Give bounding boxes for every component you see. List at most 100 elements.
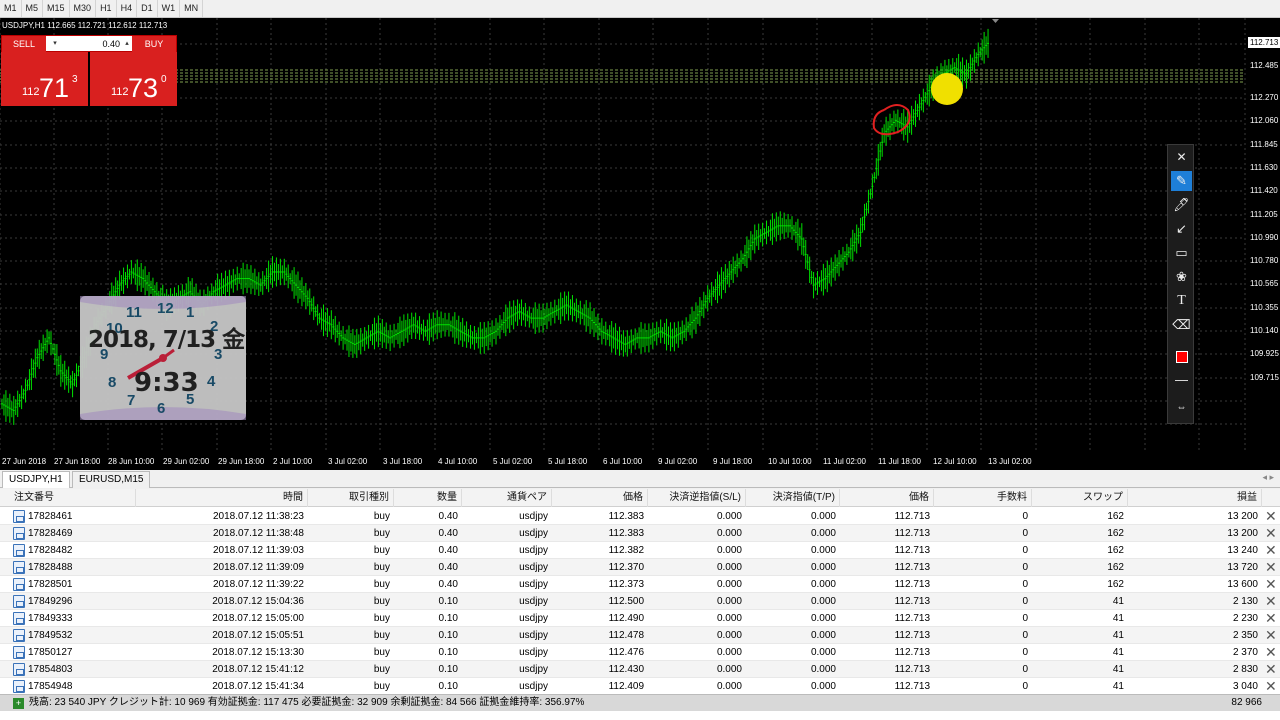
close-order-icon[interactable]: ✕ bbox=[1265, 593, 1277, 610]
column-header[interactable]: 通貨ペア bbox=[466, 489, 552, 507]
table-cell: 112.490 bbox=[608, 613, 644, 624]
lot-size-input[interactable]: 0.40 bbox=[64, 36, 120, 52]
line-width-icon[interactable]: — bbox=[1171, 370, 1192, 390]
timeframe-m1[interactable]: M1 bbox=[0, 0, 22, 17]
table-row[interactable]: 17828469 2018.07.12 11:38:48 buy 0.40 usdjpy… bbox=[0, 525, 1280, 542]
tab-usdjpy-h1[interactable]: USDJPY,H1 bbox=[2, 471, 70, 488]
timeframe-m5[interactable]: M5 bbox=[22, 0, 44, 17]
lot-spin-icon[interactable]: ▴ bbox=[122, 38, 132, 50]
time-label: 29 Jun 18:00 bbox=[218, 457, 265, 466]
table-cell: 112.713 bbox=[894, 630, 930, 641]
table-cell: usdjpy bbox=[519, 647, 548, 658]
column-header[interactable]: 時間 bbox=[136, 489, 308, 507]
table-row[interactable]: 17849333 2018.07.12 15:05:00 buy 0.10 usdjpy… bbox=[0, 610, 1280, 627]
table-cell: usdjpy bbox=[519, 664, 548, 675]
table-cell: 0 bbox=[1022, 579, 1028, 590]
eraser-icon[interactable]: ⌫ bbox=[1171, 315, 1192, 335]
table-cell: usdjpy bbox=[519, 562, 548, 573]
column-header[interactable]: 価格 bbox=[552, 489, 648, 507]
table-row[interactable]: 17850127 2018.07.12 15:13:30 buy 0.10 usdjpy… bbox=[0, 644, 1280, 661]
column-header[interactable]: スワップ bbox=[1034, 489, 1128, 507]
table-cell: 17850127 bbox=[28, 647, 73, 658]
table-cell: buy bbox=[373, 511, 390, 522]
timeframe-w1[interactable]: W1 bbox=[158, 0, 181, 17]
table-cell: 112.713 bbox=[894, 613, 930, 624]
table-row[interactable]: 17854803 2018.07.12 15:41:12 buy 0.10 usdjpy… bbox=[0, 661, 1280, 678]
table-cell: 2018.07.12 15:41:34 bbox=[212, 681, 304, 692]
time-label: 9 Jul 02:00 bbox=[658, 457, 698, 466]
table-row[interactable]: 17828488 2018.07.12 11:39:09 buy 0.40 usdjpy… bbox=[0, 559, 1280, 576]
table-cell: 41 bbox=[1112, 613, 1124, 624]
table-cell: 17854803 bbox=[28, 664, 73, 675]
column-header[interactable]: 価格 bbox=[842, 489, 934, 507]
price-label: 110.140 bbox=[1250, 326, 1279, 335]
table-row[interactable]: 17828482 2018.07.12 11:39:03 buy 0.40 usdjpy… bbox=[0, 542, 1280, 559]
table-cell: 2018.07.12 15:05:51 bbox=[212, 630, 304, 641]
timeframe-h1[interactable]: H1 bbox=[96, 0, 117, 17]
text-icon[interactable]: T bbox=[1171, 291, 1192, 311]
sell-button[interactable]: SELL bbox=[2, 36, 46, 52]
table-cell: buy bbox=[373, 630, 390, 641]
order-icon bbox=[13, 544, 25, 557]
close-order-icon[interactable]: ✕ bbox=[1265, 678, 1277, 695]
order-icon bbox=[13, 663, 25, 676]
close-order-icon[interactable]: ✕ bbox=[1265, 610, 1277, 627]
timeframe-m15[interactable]: M15 bbox=[43, 0, 70, 17]
timeframe-d1[interactable]: D1 bbox=[137, 0, 158, 17]
tab-scroll-icon[interactable]: ◂ ▸ bbox=[1262, 472, 1274, 483]
column-header[interactable]: 手数料 bbox=[936, 489, 1032, 507]
table-cell: 0.10 bbox=[438, 613, 458, 624]
close-order-icon[interactable]: ✕ bbox=[1265, 559, 1277, 576]
expand-icon[interactable]: ⇔ bbox=[1171, 398, 1192, 418]
table-cell: 0.10 bbox=[438, 630, 458, 641]
clock-number: 12 bbox=[157, 300, 174, 317]
marker-icon[interactable]: 🖊 bbox=[1171, 195, 1192, 215]
close-order-icon[interactable]: ✕ bbox=[1265, 627, 1277, 644]
column-header[interactable]: 決済逆指値(S/L) bbox=[650, 489, 746, 507]
timeframe-m30[interactable]: M30 bbox=[70, 0, 97, 17]
close-order-icon[interactable]: ✕ bbox=[1265, 525, 1277, 542]
close-order-icon[interactable]: ✕ bbox=[1265, 661, 1277, 678]
timeframe-mn[interactable]: MN bbox=[180, 0, 204, 17]
close-icon[interactable]: ✕ bbox=[1171, 147, 1192, 167]
column-header[interactable]: 損益 bbox=[1130, 489, 1262, 507]
one-click-bar: SELL ▾ 0.40 ▴ BUY bbox=[1, 35, 177, 52]
table-cell: buy bbox=[373, 579, 390, 590]
column-header[interactable]: 決済指値(T/P) bbox=[748, 489, 840, 507]
column-header[interactable]: 数量 bbox=[396, 489, 462, 507]
table-row[interactable]: 17854948 2018.07.12 15:41:34 buy 0.10 usdjpy… bbox=[0, 678, 1280, 695]
color-swatch[interactable] bbox=[1171, 346, 1192, 366]
lot-dropdown-icon[interactable]: ▾ bbox=[50, 38, 60, 50]
arrow-icon[interactable]: ↙ bbox=[1171, 219, 1192, 239]
table-cell: 162 bbox=[1107, 528, 1124, 539]
table-cell: 0 bbox=[1022, 511, 1028, 522]
sell-price-big: 71 bbox=[39, 73, 70, 103]
time-label: 12 Jul 10:00 bbox=[933, 457, 977, 466]
table-cell: 2018.07.12 15:05:00 bbox=[212, 613, 304, 624]
close-order-icon[interactable]: ✕ bbox=[1265, 644, 1277, 661]
close-order-icon[interactable]: ✕ bbox=[1265, 542, 1277, 559]
order-icon bbox=[13, 629, 25, 642]
table-cell: 0.000 bbox=[810, 579, 836, 590]
table-row[interactable]: 17849532 2018.07.12 15:05:51 buy 0.10 usdjpy… bbox=[0, 627, 1280, 644]
buy-button[interactable]: BUY bbox=[132, 36, 176, 52]
table-row[interactable]: 17828501 2018.07.12 11:39:22 buy 0.40 usdjpy… bbox=[0, 576, 1280, 593]
sell-price-box[interactable]: 112 71 3 bbox=[1, 52, 88, 106]
chart-area[interactable]: USDJPY,H1 112.665 112.721 112.612 112.71… bbox=[0, 18, 1280, 470]
table-cell: buy bbox=[373, 596, 390, 607]
table-row[interactable]: 17849296 2018.07.12 15:04:36 buy 0.10 usdjpy… bbox=[0, 593, 1280, 610]
clock-number: 11 bbox=[126, 304, 142, 321]
column-header[interactable]: 注文番号 bbox=[14, 489, 136, 507]
table-cell: buy bbox=[373, 681, 390, 692]
table-row[interactable]: 17828461 2018.07.12 11:38:23 buy 0.40 usdjpy… bbox=[0, 508, 1280, 525]
close-order-icon[interactable]: ✕ bbox=[1265, 576, 1277, 593]
tab-eurusd-m15[interactable]: EURUSD,M15 bbox=[72, 471, 151, 488]
pencil-icon[interactable]: ✎ bbox=[1171, 171, 1192, 191]
stamp-icon[interactable]: ❀ bbox=[1171, 267, 1192, 287]
timeframe-h4[interactable]: H4 bbox=[117, 0, 138, 17]
buy-price-box[interactable]: 112 73 0 bbox=[90, 52, 177, 106]
rectangle-icon[interactable]: ▭ bbox=[1171, 243, 1192, 263]
column-header[interactable]: 取引種別 bbox=[318, 489, 394, 507]
table-cell: 162 bbox=[1107, 545, 1124, 556]
close-order-icon[interactable]: ✕ bbox=[1265, 508, 1277, 525]
